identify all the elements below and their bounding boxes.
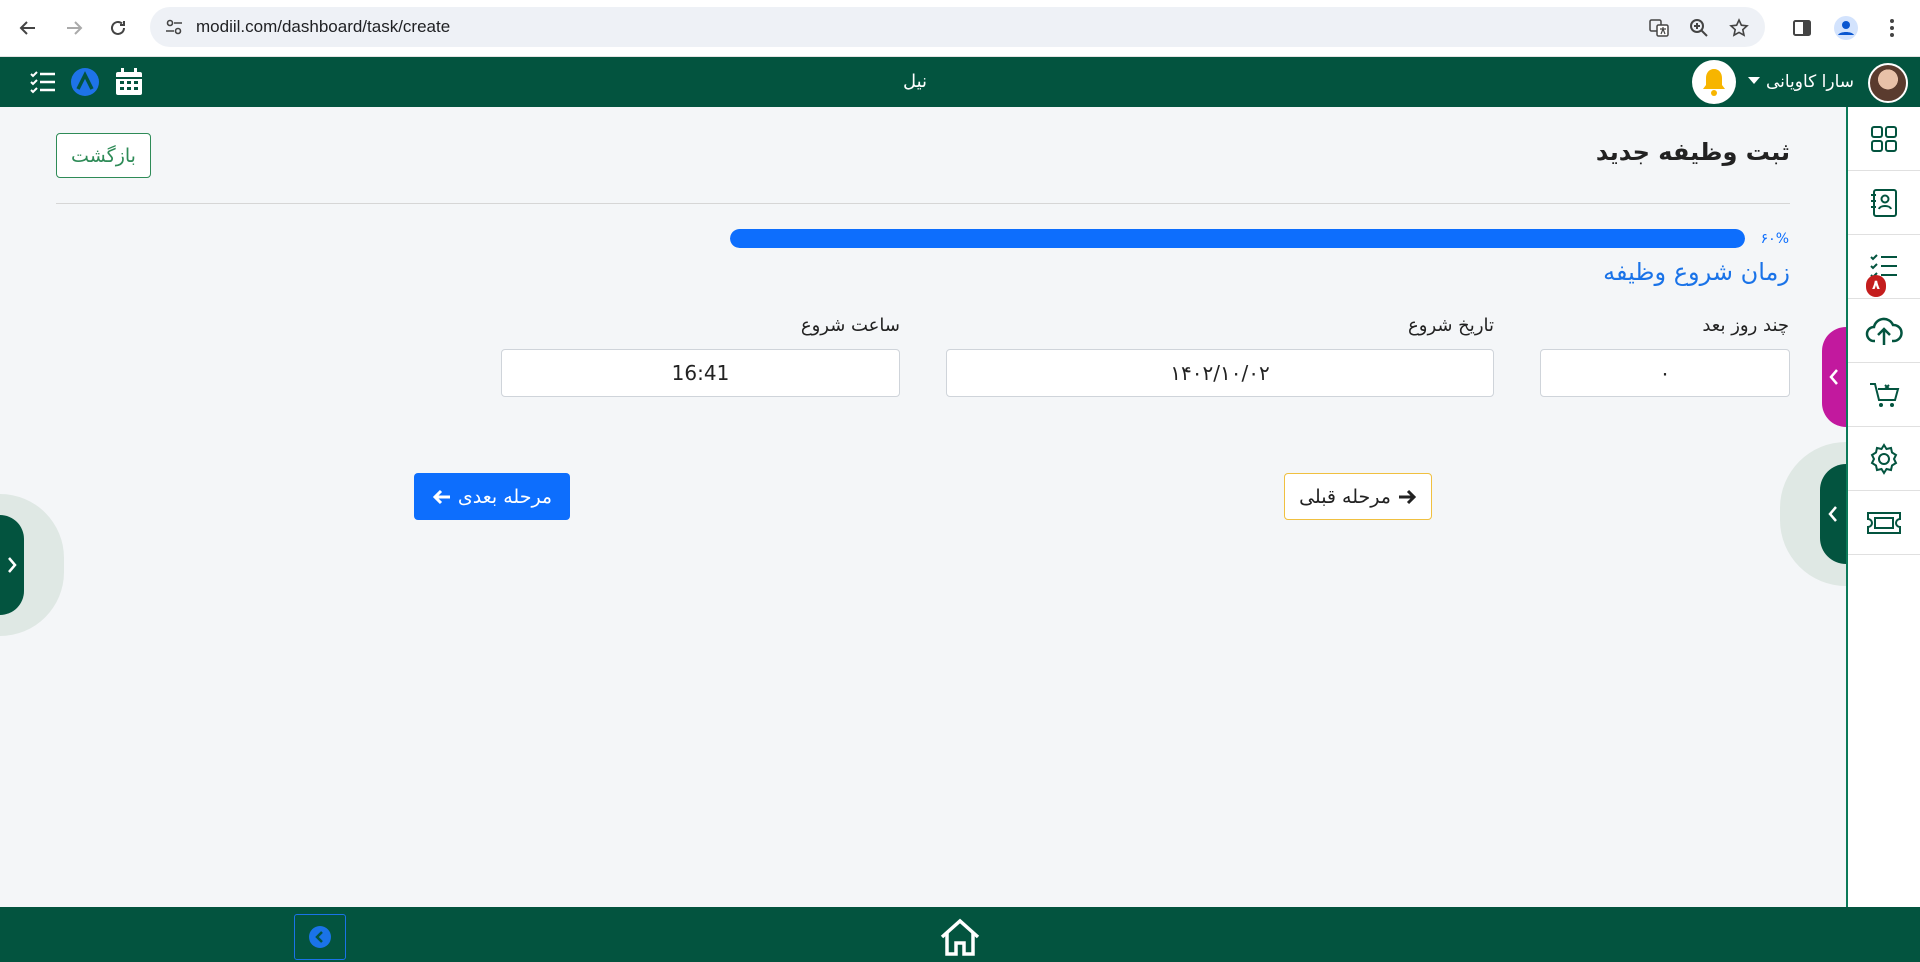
tasks-count-badge: ۸	[1866, 275, 1886, 297]
magenta-pull-tab[interactable]	[1822, 327, 1846, 427]
cart-icon	[1870, 382, 1900, 407]
back-button[interactable]: بازگشت	[56, 133, 151, 178]
start-date-input[interactable]: ۱۴۰۲/۱۰/۰۲	[946, 349, 1494, 397]
profile-icon[interactable]	[1832, 14, 1860, 42]
translate-icon[interactable]	[1648, 17, 1670, 39]
previous-step-button[interactable]: مرحله قبلی	[1284, 473, 1432, 520]
brand-name: نیل	[902, 71, 928, 92]
progress-fill	[730, 229, 1745, 248]
days-after-input[interactable]: ۰	[1540, 349, 1790, 397]
sidebar-item-upload[interactable]	[1848, 299, 1920, 363]
reload-icon[interactable]	[104, 14, 132, 42]
bell-icon	[1703, 69, 1725, 96]
app-header: نیل سارا کاویانی	[0, 57, 1920, 107]
gear-icon	[1870, 442, 1898, 475]
home-icon[interactable]	[938, 917, 982, 957]
sidebar-item-tasks[interactable]: ۸	[1848, 235, 1920, 299]
start-time-label: ساعت شروع	[800, 315, 900, 336]
days-after-label: چند روز بعد	[1702, 315, 1789, 336]
green-pull-tab-left[interactable]	[0, 494, 64, 636]
url-text: modiil.com/dashboard/task/create	[196, 17, 451, 36]
notifications-button[interactable]	[1692, 60, 1736, 104]
back-arrow-icon[interactable]	[14, 14, 42, 42]
browser-toolbar: modiil.com/dashboard/task/create	[0, 0, 1920, 57]
cloud-upload-icon	[1865, 317, 1903, 345]
progress-bar	[730, 229, 1745, 248]
grid-icon	[1871, 125, 1897, 152]
previous-step-label: مرحله قبلی	[1299, 485, 1391, 508]
chevron-left-icon	[1828, 506, 1837, 522]
contacts-book-icon	[1871, 188, 1897, 217]
arrow-right-icon	[1398, 489, 1417, 504]
sidebar-item-dashboard[interactable]	[1848, 107, 1920, 171]
section-title: زمان شروع وظیفه	[1603, 258, 1790, 286]
start-time-input[interactable]: 16:41	[501, 349, 900, 397]
address-bar[interactable]: modiil.com/dashboard/task/create	[150, 7, 1765, 47]
chevron-circle-left-icon	[309, 926, 331, 948]
header-divider	[56, 203, 1790, 204]
next-step-label: مرحله بعدی	[457, 485, 553, 508]
green-pull-tab-right[interactable]	[1780, 442, 1846, 586]
ticket-icon	[1867, 511, 1901, 534]
next-step-button[interactable]: مرحله بعدی	[414, 473, 570, 520]
forward-arrow-icon[interactable]	[60, 14, 88, 42]
user-menu-caret-icon[interactable]	[1748, 77, 1760, 84]
arrow-left-icon	[432, 489, 450, 504]
bottom-bar	[0, 907, 1920, 962]
kebab-menu-icon[interactable]	[1878, 14, 1906, 42]
user-name[interactable]: سارا کاویانی	[1766, 72, 1854, 92]
avatar[interactable]	[1868, 63, 1908, 103]
scroll-back-button[interactable]	[294, 914, 346, 960]
bookmark-star-icon[interactable]	[1728, 17, 1750, 39]
sidebar-item-contacts[interactable]	[1848, 171, 1920, 235]
sidebar-item-settings[interactable]	[1848, 427, 1920, 491]
progress-percent: ۶۰%	[1760, 231, 1789, 247]
chevron-right-icon	[8, 557, 17, 573]
start-date-label: تاریخ شروع	[1408, 315, 1494, 336]
chevron-left-icon	[1829, 369, 1838, 385]
sidebar-item-cart[interactable]	[1848, 363, 1920, 427]
zoom-icon[interactable]	[1688, 17, 1710, 39]
page-title: ثبت وظیفه جدید	[1595, 138, 1790, 166]
side-panel-icon[interactable]	[1788, 14, 1816, 42]
site-settings-icon[interactable]	[164, 17, 184, 37]
sidebar-item-tickets[interactable]	[1848, 491, 1920, 555]
right-sidebar: ۸	[1846, 107, 1920, 907]
